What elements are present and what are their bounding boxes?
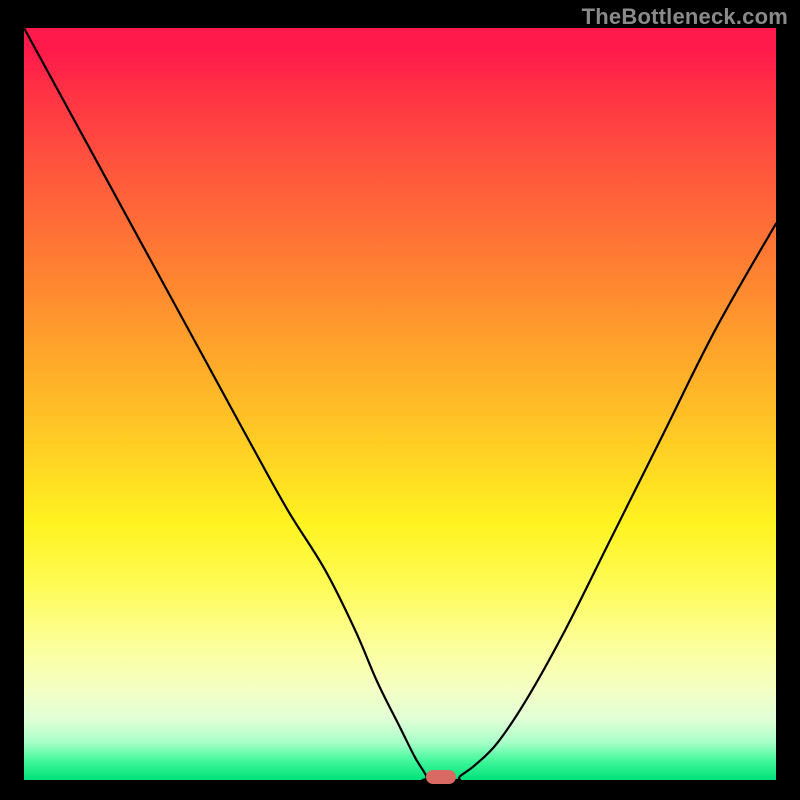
bottleneck-curve [24,28,776,780]
watermark-text: TheBottleneck.com [582,4,788,30]
chart-plot-area [24,28,776,780]
optimal-marker [426,770,456,784]
